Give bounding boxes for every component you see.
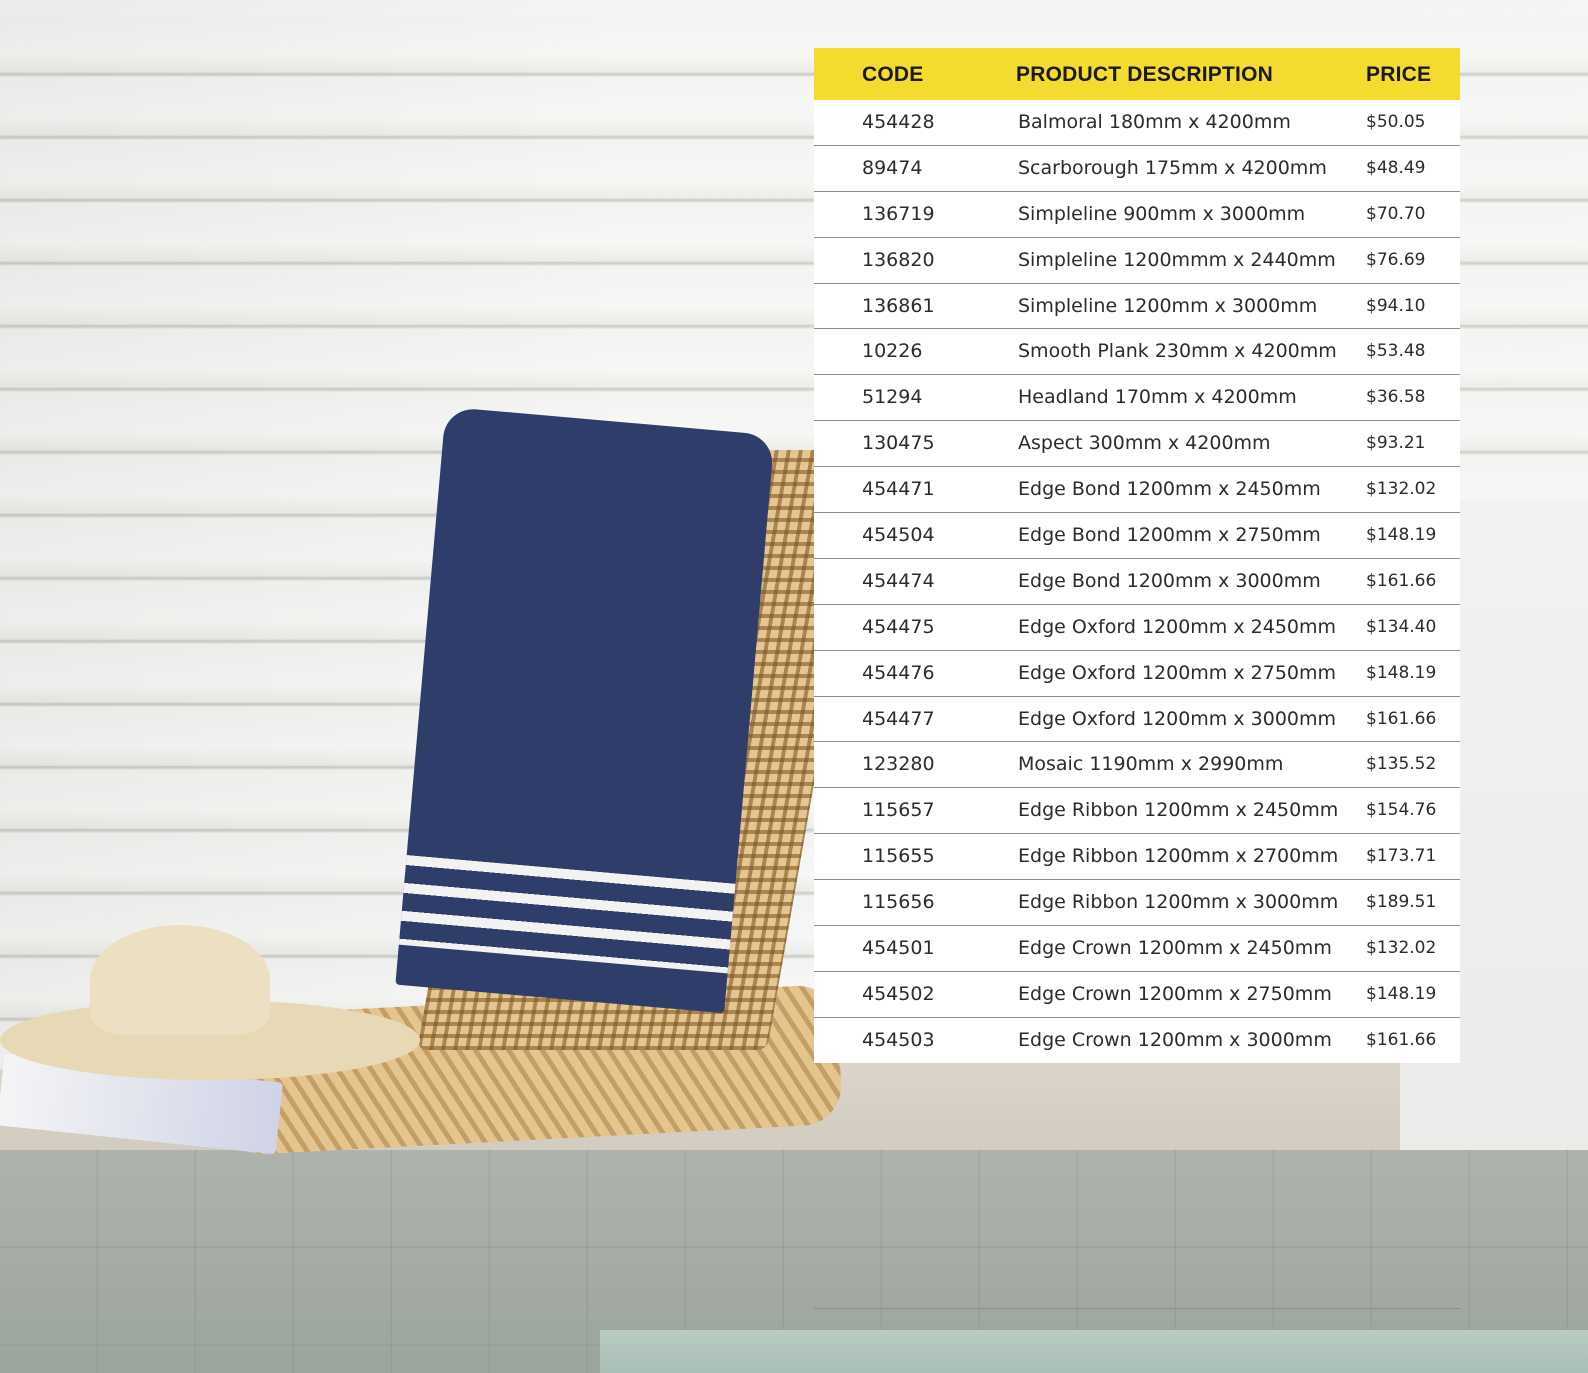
cell-price: $50.05 [1366,112,1426,132]
cell-code: 454477 [862,707,935,730]
cell-description: Edge Crown 1200mm x 2450mm [1018,937,1332,960]
cell-price: $148.19 [1366,662,1437,683]
table-row: 454502 Edge Crown 1200mm x 2750mm $148.19 [814,972,1460,1018]
table-row: 136820 Simpleline 1200mmm x 2440mm $76.69 [814,238,1460,284]
table-body: 454428 Balmoral 180mm x 4200mm $50.05 89474… [814,100,1460,1063]
table-row: 454428 Balmoral 180mm x 4200mm $50.05 [814,100,1460,146]
cell-code: 454502 [862,982,935,1005]
table-row: 115657 Edge Ribbon 1200mm x 2450mm $154.76 [814,788,1460,835]
cell-price: $173.71 [1366,846,1437,867]
cell-description: Edge Ribbon 1200mm x 2450mm [1018,799,1339,822]
cell-code: 51294 [862,386,923,409]
cell-price: $161.66 [1366,708,1437,729]
table-row: 454501 Edge Crown 1200mm x 2450mm $132.02 [814,926,1460,972]
cell-price: $36.58 [1366,387,1426,408]
table-row: 454471 Edge Bond 1200mm x 2450mm $132.02 [814,467,1460,514]
cell-description: Aspect 300mm x 4200mm [1018,432,1271,455]
header-description: PRODUCT DESCRIPTION [1016,63,1273,86]
page-divider [814,1308,1460,1309]
table-row: 136719 Simpleline 900mm x 3000mm $70.70 [814,192,1460,238]
cell-code: 130475 [862,432,935,455]
table-row: 136861 Simpleline 1200mm x 3000mm $94.10 [814,284,1460,330]
header-code: CODE [862,63,924,86]
cell-description: Edge Bond 1200mm x 3000mm [1018,569,1321,592]
cell-description: Simpleline 1200mm x 3000mm [1018,294,1318,317]
cell-description: Balmoral 180mm x 4200mm [1018,111,1291,133]
table-row: 123280 Mosaic 1190mm x 2990mm $135.52 [814,742,1460,789]
cell-description: Edge Ribbon 1200mm x 2700mm [1018,845,1339,868]
cell-price: $135.52 [1366,754,1437,775]
cell-price: $161.66 [1366,570,1437,591]
table-row: 454476 Edge Oxford 1200mm x 2750mm $148.19 [814,651,1460,697]
table-row: 454475 Edge Oxford 1200mm x 2450mm $134.40 [814,605,1460,651]
table-row: 51294 Headland 170mm x 4200mm $36.58 [814,375,1460,422]
cell-code: 454504 [862,524,935,547]
pool-water [600,1330,1588,1373]
cell-code: 454428 [862,111,935,133]
cell-code: 454501 [862,937,935,960]
cell-code: 454476 [862,661,935,684]
cell-description: Edge Bond 1200mm x 2750mm [1018,524,1321,547]
table-row: 454503 Edge Crown 1200mm x 3000mm $161.66 [814,1018,1460,1063]
cell-description: Scarborough 175mm x 4200mm [1018,156,1327,179]
cell-price: $148.19 [1366,983,1437,1004]
cell-description: Headland 170mm x 4200mm [1018,386,1297,409]
cell-code: 136861 [862,294,935,317]
cell-code: 10226 [862,340,923,363]
cell-price: $132.02 [1366,479,1437,500]
cell-code: 136719 [862,202,935,225]
cell-code: 136820 [862,248,935,271]
straw-hat-crown [90,925,270,1035]
cell-code: 115656 [862,891,935,914]
cell-code: 123280 [862,753,935,776]
table-row: 115655 Edge Ribbon 1200mm x 2700mm $173.71 [814,834,1460,881]
cell-code: 454471 [862,478,935,501]
table-row: 454474 Edge Bond 1200mm x 3000mm $161.66 [814,559,1460,605]
cell-description: Mosaic 1190mm x 2990mm [1018,753,1284,776]
cell-price: $154.76 [1366,800,1437,821]
cell-description: Edge Oxford 1200mm x 2750mm [1018,661,1337,684]
cell-code: 454475 [862,615,935,638]
table-row: 454504 Edge Bond 1200mm x 2750mm $148.19 [814,513,1460,559]
cell-description: Edge Ribbon 1200mm x 3000mm [1018,891,1339,914]
cell-description: Simpleline 1200mmm x 2440mm [1018,248,1336,271]
price-table: CODE PRODUCT DESCRIPTION PRICE 454428 Bal… [814,48,1460,1063]
cell-description: Edge Oxford 1200mm x 3000mm [1018,707,1337,730]
table-row: 115656 Edge Ribbon 1200mm x 3000mm $189.51 [814,880,1460,927]
cell-price: $70.70 [1366,203,1426,224]
cell-price: $53.48 [1366,341,1426,362]
cell-description: Smooth Plank 230mm x 4200mm [1018,340,1337,363]
cell-code: 89474 [862,156,923,179]
cell-price: $48.49 [1366,157,1426,178]
table-header: CODE PRODUCT DESCRIPTION PRICE [814,48,1460,100]
cell-price: $189.51 [1366,892,1437,913]
cell-code: 115657 [862,799,935,822]
table-row: 454477 Edge Oxford 1200mm x 3000mm $161.66 [814,697,1460,743]
navy-striped-towel [395,406,775,1014]
cell-price: $161.66 [1366,1029,1437,1050]
cell-price: $148.19 [1366,525,1437,546]
cell-price: $132.02 [1366,938,1437,959]
cell-price: $76.69 [1366,249,1426,270]
cell-code: 454503 [862,1028,935,1051]
cell-description: Edge Crown 1200mm x 2750mm [1018,982,1332,1005]
cell-description: Edge Bond 1200mm x 2450mm [1018,478,1321,501]
cell-code: 115655 [862,845,935,868]
cell-price: $134.40 [1366,616,1437,637]
cell-description: Simpleline 900mm x 3000mm [1018,202,1306,225]
header-price: PRICE [1366,63,1432,86]
table-row: 89474 Scarborough 175mm x 4200mm $48.49 [814,146,1460,192]
cell-price: $94.10 [1366,295,1426,316]
cell-code: 454474 [862,569,935,592]
cell-description: Edge Crown 1200mm x 3000mm [1018,1028,1332,1051]
table-row: 10226 Smooth Plank 230mm x 4200mm $53.48 [814,329,1460,376]
table-row: 130475 Aspect 300mm x 4200mm $93.21 [814,421,1460,468]
cell-description: Edge Oxford 1200mm x 2450mm [1018,615,1337,638]
cell-price: $93.21 [1366,433,1426,454]
